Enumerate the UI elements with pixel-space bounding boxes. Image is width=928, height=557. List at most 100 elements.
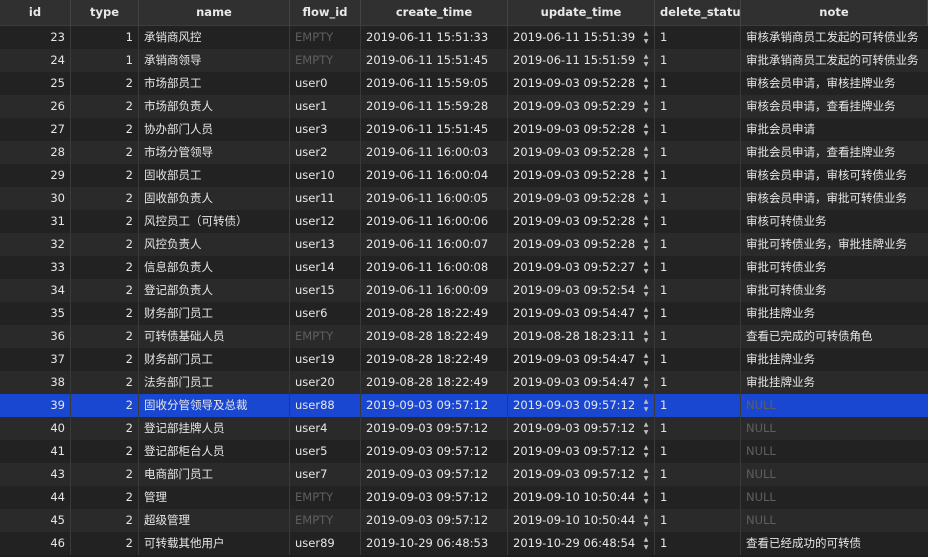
chevron-up-icon[interactable]: ▲ <box>644 306 649 313</box>
cell-create-time[interactable]: 2019-09-03 09:57:12 <box>361 463 508 486</box>
cell-flow-id[interactable]: user13 <box>290 233 361 256</box>
column-header-name[interactable]: name <box>139 0 290 25</box>
cell-note[interactable]: 审批可转债业务 <box>741 256 928 279</box>
cell-update-time[interactable]: 2019-06-11 15:51:39 ▲ ▼ <box>508 26 655 49</box>
cell-create-time[interactable]: 2019-06-11 16:00:05 <box>361 187 508 210</box>
cell-note[interactable]: NULL <box>741 417 928 440</box>
table-row[interactable]: 39 2 固收分管领导及总裁 user88 2019-09-03 09:57:12 201… <box>0 394 928 417</box>
cell-delete-status[interactable]: 1 <box>655 348 741 371</box>
cell-delete-status[interactable]: 1 <box>655 302 741 325</box>
cell-type[interactable]: 2 <box>71 371 139 394</box>
cell-delete-status[interactable]: 1 <box>655 256 741 279</box>
cell-id[interactable]: 35 <box>0 302 71 325</box>
date-stepper[interactable]: ▲ ▼ <box>642 536 650 551</box>
column-header-note[interactable]: note <box>741 0 928 25</box>
chevron-down-icon[interactable]: ▼ <box>644 153 649 160</box>
cell-update-time[interactable]: 2019-09-03 09:52:54 ▲ ▼ <box>508 279 655 302</box>
cell-name[interactable]: 管理 <box>139 486 290 509</box>
cell-type[interactable]: 2 <box>71 95 139 118</box>
table-row[interactable]: 45 2 超级管理 EMPTY 2019-09-03 09:57:12 2019-09-1… <box>0 509 928 532</box>
cell-name[interactable]: 风控员工（可转债） <box>139 210 290 233</box>
cell-type[interactable]: 2 <box>71 486 139 509</box>
cell-name[interactable]: 固收部负责人 <box>139 187 290 210</box>
cell-type[interactable]: 2 <box>71 440 139 463</box>
cell-delete-status[interactable]: 1 <box>655 72 741 95</box>
cell-id[interactable]: 37 <box>0 348 71 371</box>
cell-flow-id[interactable]: user6 <box>290 302 361 325</box>
cell-flow-id[interactable]: user88 <box>290 394 361 417</box>
column-header-delete-status[interactable]: delete_status <box>655 0 741 25</box>
cell-delete-status[interactable]: 1 <box>655 164 741 187</box>
chevron-up-icon[interactable]: ▲ <box>644 513 649 520</box>
cell-type[interactable]: 2 <box>71 417 139 440</box>
cell-name[interactable]: 法务部门员工 <box>139 371 290 394</box>
chevron-down-icon[interactable]: ▼ <box>644 130 649 137</box>
table-row[interactable]: 26 2 市场部负责人 user1 2019-06-11 15:59:28 2019-09… <box>0 95 928 118</box>
date-stepper[interactable]: ▲ ▼ <box>642 168 650 183</box>
column-header-flow-id[interactable]: flow_id <box>290 0 361 25</box>
cell-delete-status[interactable]: 1 <box>655 394 741 417</box>
cell-name[interactable]: 超级管理 <box>139 509 290 532</box>
cell-create-time[interactable]: 2019-06-11 16:00:07 <box>361 233 508 256</box>
cell-note[interactable]: 审核会员申请，审核可转债业务 <box>741 164 928 187</box>
date-stepper[interactable]: ▲ ▼ <box>642 30 650 45</box>
chevron-up-icon[interactable]: ▲ <box>644 191 649 198</box>
cell-delete-status[interactable]: 1 <box>655 141 741 164</box>
cell-name[interactable]: 电商部门员工 <box>139 463 290 486</box>
cell-name[interactable]: 市场部员工 <box>139 72 290 95</box>
date-stepper[interactable]: ▲ ▼ <box>642 352 650 367</box>
cell-id[interactable]: 38 <box>0 371 71 394</box>
date-stepper[interactable]: ▲ ▼ <box>642 375 650 390</box>
table-row[interactable]: 38 2 法务部门员工 user20 2019-08-28 18:22:49 2019-0… <box>0 371 928 394</box>
chevron-down-icon[interactable]: ▼ <box>644 245 649 252</box>
cell-name[interactable]: 登记部柜台人员 <box>139 440 290 463</box>
chevron-up-icon[interactable]: ▲ <box>644 329 649 336</box>
cell-delete-status[interactable]: 1 <box>655 279 741 302</box>
cell-note[interactable]: 审核会员申请，审核挂牌业务 <box>741 72 928 95</box>
date-stepper[interactable]: ▲ ▼ <box>642 191 650 206</box>
cell-type[interactable]: 2 <box>71 256 139 279</box>
cell-name[interactable]: 市场部负责人 <box>139 95 290 118</box>
chevron-up-icon[interactable]: ▲ <box>644 99 649 106</box>
cell-id[interactable]: 23 <box>0 26 71 49</box>
chevron-down-icon[interactable]: ▼ <box>644 291 649 298</box>
cell-update-time[interactable]: 2019-09-03 09:52:28 ▲ ▼ <box>508 164 655 187</box>
cell-flow-id[interactable]: EMPTY <box>290 486 361 509</box>
cell-delete-status[interactable]: 1 <box>655 233 741 256</box>
table-row[interactable]: 29 2 固收部员工 user10 2019-06-11 16:00:04 2019-09… <box>0 164 928 187</box>
table-row[interactable]: 44 2 管理 EMPTY 2019-09-03 09:57:12 2019-09-10 … <box>0 486 928 509</box>
table-row[interactable]: 35 2 财务部门员工 user6 2019-08-28 18:22:49 2019-09… <box>0 302 928 325</box>
cell-note[interactable]: 审批挂牌业务 <box>741 302 928 325</box>
chevron-down-icon[interactable]: ▼ <box>644 544 649 551</box>
cell-delete-status[interactable]: 1 <box>655 210 741 233</box>
date-stepper[interactable]: ▲ ▼ <box>642 306 650 321</box>
chevron-up-icon[interactable]: ▲ <box>644 122 649 129</box>
chevron-down-icon[interactable]: ▼ <box>644 498 649 505</box>
cell-create-time[interactable]: 2019-06-11 15:59:05 <box>361 72 508 95</box>
cell-create-time[interactable]: 2019-06-11 16:00:03 <box>361 141 508 164</box>
cell-type[interactable]: 2 <box>71 348 139 371</box>
cell-type[interactable]: 2 <box>71 187 139 210</box>
cell-flow-id[interactable]: EMPTY <box>290 509 361 532</box>
cell-flow-id[interactable]: user15 <box>290 279 361 302</box>
cell-type[interactable]: 2 <box>71 325 139 348</box>
cell-note[interactable]: 审批挂牌业务 <box>741 348 928 371</box>
chevron-down-icon[interactable]: ▼ <box>644 360 649 367</box>
chevron-down-icon[interactable]: ▼ <box>644 199 649 206</box>
cell-create-time[interactable]: 2019-06-11 15:51:45 <box>361 118 508 141</box>
chevron-up-icon[interactable]: ▲ <box>644 237 649 244</box>
cell-delete-status[interactable]: 1 <box>655 26 741 49</box>
cell-type[interactable]: 2 <box>71 210 139 233</box>
cell-flow-id[interactable]: user1 <box>290 95 361 118</box>
cell-id[interactable]: 27 <box>0 118 71 141</box>
cell-create-time[interactable]: 2019-06-11 16:00:08 <box>361 256 508 279</box>
cell-update-time[interactable]: 2019-09-03 09:57:12 ▲ ▼ <box>508 440 655 463</box>
table-row[interactable]: 24 1 承销商领导 EMPTY 2019-06-11 15:51:45 2019-06-… <box>0 49 928 72</box>
cell-flow-id[interactable]: user4 <box>290 417 361 440</box>
chevron-up-icon[interactable]: ▲ <box>644 53 649 60</box>
cell-type[interactable]: 1 <box>71 26 139 49</box>
chevron-down-icon[interactable]: ▼ <box>644 521 649 528</box>
cell-name[interactable]: 固收部员工 <box>139 164 290 187</box>
table-row[interactable]: 34 2 登记部负责人 user15 2019-06-11 16:00:09 2019-0… <box>0 279 928 302</box>
cell-name[interactable]: 可转载其他用户 <box>139 532 290 555</box>
